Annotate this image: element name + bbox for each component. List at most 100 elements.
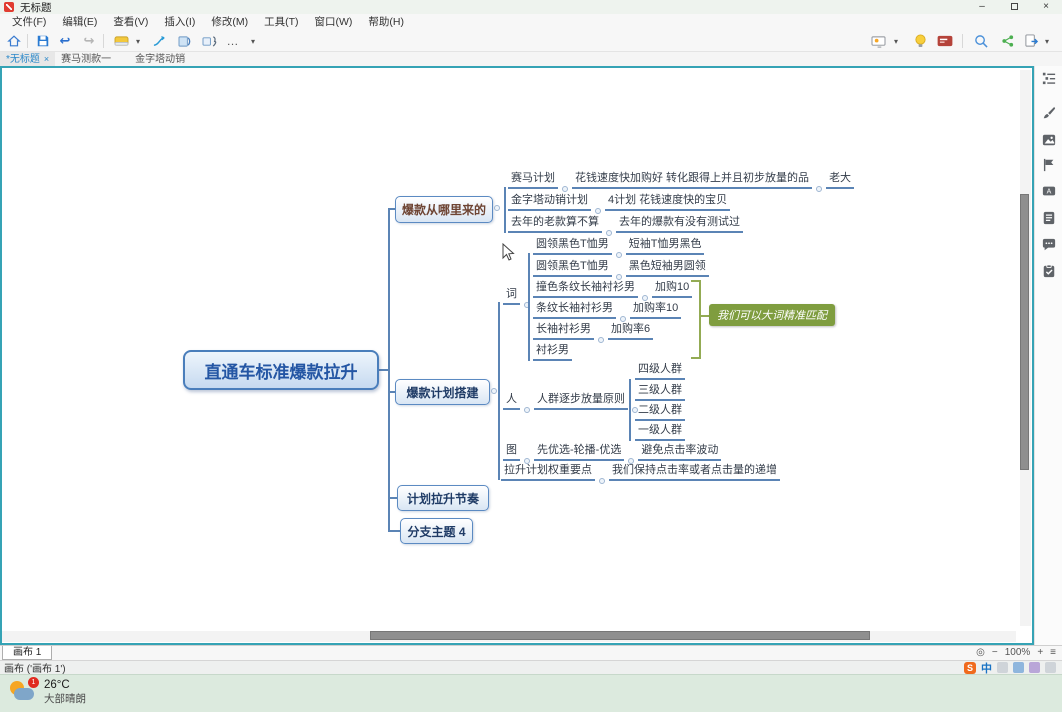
horizontal-scrollbar-thumb[interactable]	[370, 631, 870, 640]
topic-text[interactable]: 我们保持点击率或者点击量的递增	[609, 463, 780, 481]
topic-row[interactable]: 三级人群	[635, 383, 685, 401]
summary-button[interactable]	[176, 32, 194, 50]
topic-row[interactable]: 撞色条纹长袖衬衫男 加购10	[533, 280, 692, 298]
topic-text[interactable]: 避免点击率波动	[638, 443, 721, 461]
close-button[interactable]: ×	[1030, 0, 1062, 14]
topic-hot-item-plan-build[interactable]: 爆款计划搭建	[395, 379, 490, 405]
topic-text[interactable]: 一级人群	[635, 423, 685, 441]
home-button[interactable]	[5, 32, 23, 50]
more-dropdown[interactable]: ▾	[248, 32, 258, 50]
topic-where-hot-items-come-from[interactable]: 爆款从哪里来的	[395, 196, 493, 223]
topic-row[interactable]: 赛马计划 花钱速度快加购好 转化跟得上并且初步放量的品 老大	[508, 171, 854, 189]
style-button[interactable]	[112, 32, 130, 50]
presentation-button[interactable]	[869, 32, 887, 50]
tab-close-icon[interactable]: ×	[44, 53, 49, 66]
topic-row[interactable]: 人 人群逐步放量原则	[503, 392, 642, 410]
topic-row[interactable]: 条纹长袖衬衫男 加购率10	[533, 301, 681, 319]
export-dropdown[interactable]: ▾	[1042, 32, 1052, 50]
topic-text[interactable]: 4计划 花钱速度快的宝贝	[605, 193, 730, 211]
menu-edit[interactable]: 编辑(E)	[54, 14, 105, 30]
idea-button[interactable]	[911, 32, 929, 50]
menu-file[interactable]: 文件(F)	[4, 14, 54, 30]
topic-row[interactable]: 衬衫男	[533, 343, 572, 361]
topic-text[interactable]: 衬衫男	[533, 343, 572, 361]
central-topic[interactable]: 直通车标准爆款拉升	[183, 350, 379, 390]
topic-text[interactable]: 条纹长袖衬衫男	[533, 301, 616, 319]
topic-plan-lift-rhythm[interactable]: 计划拉升节奏	[397, 485, 489, 511]
tab-untitled[interactable]: *无标题 ×	[0, 52, 55, 66]
horizontal-scrollbar[interactable]	[2, 631, 1016, 642]
redo-button[interactable]: ↪	[80, 32, 98, 50]
topic-text[interactable]: 短袖T恤男黑色	[626, 237, 705, 255]
topic-row[interactable]: 长袖衬衫男 加购率6	[533, 322, 653, 340]
share-button[interactable]	[999, 32, 1017, 50]
topic-text[interactable]: 加购率6	[608, 322, 653, 340]
notes-button[interactable]	[1041, 210, 1057, 226]
summary-callout[interactable]: 我们可以大词精准匹配	[709, 304, 835, 326]
topic-text[interactable]: 图	[503, 443, 520, 461]
image-button[interactable]	[1041, 132, 1057, 148]
search-button[interactable]	[972, 32, 990, 50]
menu-view[interactable]: 查看(V)	[105, 14, 156, 30]
tab-jinzita[interactable]: 金字塔动销	[129, 52, 191, 66]
topic-text[interactable]: 赛马计划	[508, 171, 558, 189]
outline-button[interactable]	[1041, 70, 1057, 86]
topic-text[interactable]: 拉升计划权重要点	[501, 463, 595, 481]
topic-row[interactable]: 圆领黑色T恤男 黑色短袖男圆领	[533, 259, 709, 277]
target-icon[interactable]: ◎	[976, 647, 985, 658]
topic-text[interactable]: 撞色条纹长袖衬衫男	[533, 280, 638, 298]
topic-text[interactable]: 去年的老款算不算	[508, 215, 602, 233]
topic-text[interactable]: 词	[503, 287, 520, 305]
more-button[interactable]: …	[222, 32, 244, 50]
topic-text[interactable]: 老大	[826, 171, 854, 189]
topic-text[interactable]: 加购10	[652, 280, 692, 298]
topic-row[interactable]: 一级人群	[635, 423, 685, 441]
vertical-scrollbar[interactable]	[1020, 70, 1031, 626]
export-button[interactable]	[1022, 32, 1040, 50]
save-button[interactable]	[34, 32, 52, 50]
ime-tool-icon[interactable]	[997, 662, 1008, 673]
weather-widget[interactable]: 1 26°C 大部晴朗	[8, 679, 86, 707]
slideshow-button[interactable]	[936, 32, 954, 50]
topic-text[interactable]: 人	[503, 392, 520, 410]
topic-text[interactable]: 黑色短袖男圆领	[626, 259, 709, 277]
comment-button[interactable]	[1041, 237, 1057, 253]
zoom-out-button[interactable]: −	[992, 647, 998, 658]
topic-row[interactable]: 图 先优选-轮播-优选 避免点击率波动	[503, 443, 721, 461]
mindmap-canvas[interactable]: 直通车标准爆款拉升 爆款从哪里来的 爆款计划搭建 计划拉升节奏 分支主题 4 赛…	[0, 66, 1034, 645]
ime-tool-icon[interactable]	[1045, 662, 1056, 673]
menu-help[interactable]: 帮助(H)	[360, 14, 412, 30]
topic-text[interactable]: 花钱速度快加购好 转化跟得上并且初步放量的品	[572, 171, 812, 189]
relationship-button[interactable]	[150, 32, 168, 50]
undo-button[interactable]: ↩	[56, 32, 74, 50]
presentation-dropdown[interactable]: ▾	[891, 32, 901, 50]
topic-text[interactable]: 圆领黑色T恤男	[533, 237, 612, 255]
ime-tool-icon[interactable]	[1013, 662, 1024, 673]
fit-view-button[interactable]: ≡	[1050, 647, 1056, 658]
menu-modify[interactable]: 修改(M)	[203, 14, 256, 30]
vertical-scrollbar-thumb[interactable]	[1020, 194, 1029, 470]
ime-tool-icon[interactable]	[1029, 662, 1040, 673]
topic-text[interactable]: 先优选-轮播-优选	[534, 443, 624, 461]
topic-row[interactable]: 金字塔动销计划 4计划 花钱速度快的宝贝	[508, 193, 730, 211]
topic-text[interactable]: 长袖衬衫男	[533, 322, 594, 340]
task-button[interactable]	[1041, 263, 1057, 279]
topic-row[interactable]: 去年的老款算不算 去年的爆款有没有测试过	[508, 215, 743, 233]
restore-button[interactable]	[998, 0, 1030, 14]
boundary-button[interactable]	[200, 32, 218, 50]
label-button[interactable]: A	[1041, 183, 1057, 199]
topic-row[interactable]: 圆领黑色T恤男 短袖T恤男黑色	[533, 237, 704, 255]
topic-text[interactable]: 去年的爆款有没有测试过	[616, 215, 743, 233]
menu-tools[interactable]: 工具(T)	[256, 14, 306, 30]
format-brush-button[interactable]	[1041, 105, 1057, 121]
topic-row[interactable]: 拉升计划权重要点 我们保持点击率或者点击量的递增	[501, 463, 780, 481]
topic-text[interactable]: 圆领黑色T恤男	[533, 259, 612, 277]
zoom-in-button[interactable]: +	[1037, 647, 1043, 658]
topic-text[interactable]: 人群逐步放量原则	[534, 392, 628, 410]
tab-saima[interactable]: 赛马测款一	[55, 52, 117, 66]
topic-text[interactable]: 三级人群	[635, 383, 685, 401]
marker-button[interactable]	[1041, 157, 1057, 173]
topic-text[interactable]: 加购率10	[630, 301, 681, 319]
topic-text[interactable]: 二级人群	[635, 403, 685, 421]
sheet-tab-canvas1[interactable]: 画布 1	[2, 646, 52, 660]
